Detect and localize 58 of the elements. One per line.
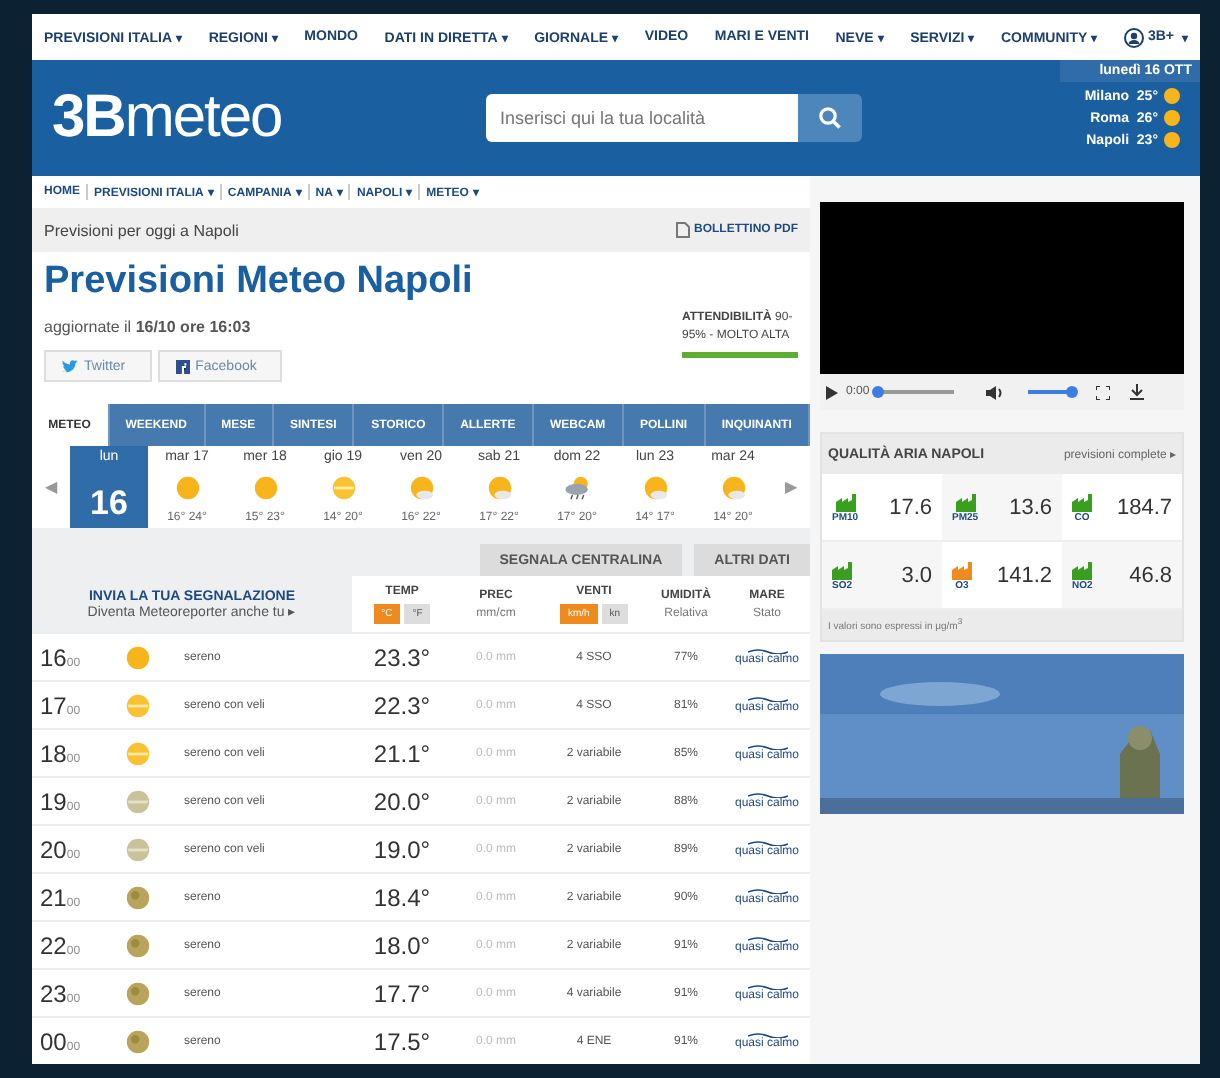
temperature: 20.0° (371, 787, 433, 815)
wave-icon (747, 840, 787, 846)
hazy-moon-icon (124, 835, 152, 863)
download-icon[interactable] (1129, 384, 1144, 400)
wave-icon (747, 984, 787, 990)
temperature: 19.0° (371, 835, 433, 863)
hazy-sun-icon (124, 691, 152, 719)
sun-cloud-icon (719, 474, 747, 502)
site-logo[interactable]: 3Bmeteo (52, 84, 432, 152)
temperature: 17.7° (371, 979, 433, 1007)
wave-icon (747, 888, 787, 894)
wave-icon (747, 696, 787, 702)
pollutant-value: 3.0 (901, 563, 932, 587)
hazy-sun-icon (124, 739, 152, 767)
document-icon (676, 222, 690, 238)
moon-icon (124, 1027, 152, 1055)
temperature: 21.1° (371, 739, 433, 767)
temperature: 18.0° (371, 931, 433, 959)
moon-icon (124, 979, 152, 1007)
sun-icon (251, 474, 279, 502)
wave-icon (747, 744, 787, 750)
sun-cloud-icon (641, 474, 669, 502)
fullscreen-icon[interactable] (1095, 385, 1110, 399)
sun-icon (124, 643, 152, 671)
search-field[interactable]: Inserisci qui la tua località (486, 94, 798, 142)
sun-icon (173, 474, 201, 502)
pollutant-value: 46.8 (1129, 563, 1172, 587)
wave-icon (747, 648, 787, 654)
pollutant-value: 184.7 (1116, 495, 1172, 519)
temperature: 22.3° (371, 691, 433, 719)
bird-icon (62, 359, 78, 373)
page-title: Previsioni Meteo Napoli (44, 260, 475, 304)
volume-icon[interactable] (985, 385, 1004, 399)
hazy-moon-icon (124, 787, 152, 815)
user-icon (1123, 27, 1144, 47)
volume-thumb[interactable] (1065, 386, 1078, 398)
pollutant-value: 17.6 (889, 495, 932, 519)
page-subtitle: Previsioni per oggi a Napoli (44, 221, 239, 239)
f-logo-icon (175, 359, 190, 373)
wave-icon (747, 1032, 787, 1038)
play-icon[interactable] (826, 385, 838, 399)
search-button[interactable] (798, 94, 862, 142)
search-icon (818, 106, 842, 130)
hazy-sun-icon (329, 474, 357, 502)
update-time: aggiornate il 16/10 ore 16:03 (44, 318, 251, 340)
wave-icon (747, 936, 787, 942)
temperature: 23.3° (371, 643, 433, 671)
moon-icon (124, 931, 152, 959)
rain-cloud-icon (563, 474, 591, 502)
temperature: 18.4° (371, 883, 433, 911)
progress-thumb[interactable] (871, 386, 884, 398)
sun-cloud-icon (485, 474, 513, 502)
sun-cloud-icon (407, 474, 435, 502)
wave-icon (747, 792, 787, 798)
pollutant-value: 141.2 (996, 563, 1052, 587)
pollutant-value: 13.6 (1009, 495, 1052, 519)
temperature: 17.5° (371, 1027, 433, 1055)
moon-icon (124, 883, 152, 911)
